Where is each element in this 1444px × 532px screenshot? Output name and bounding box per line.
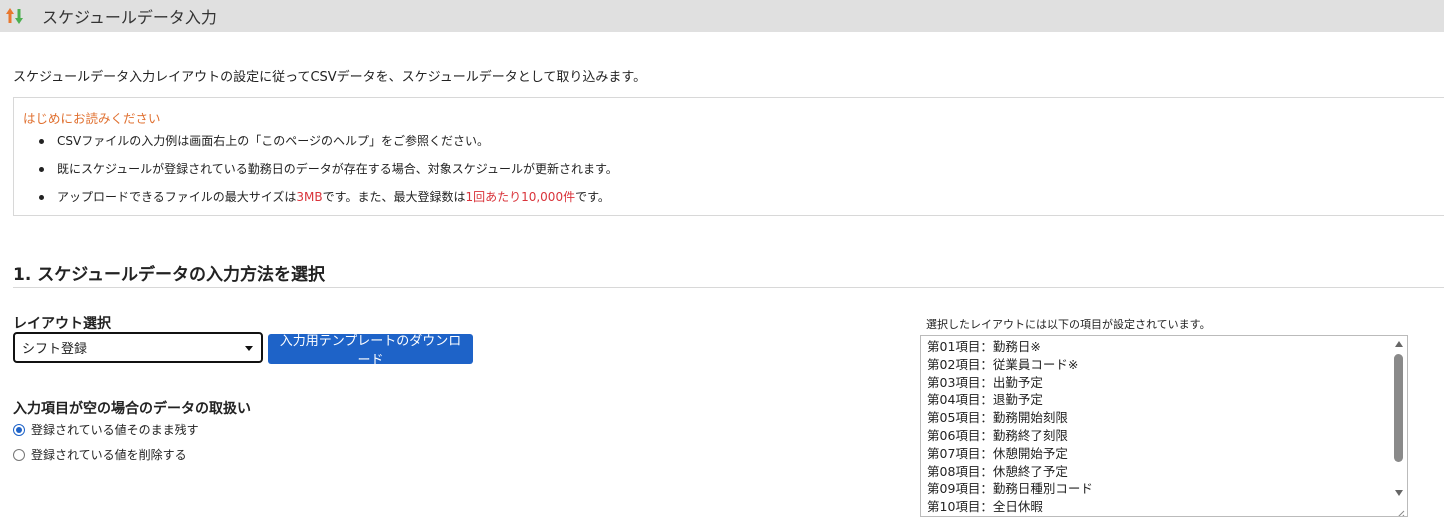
layout-fields-list: 第01項目：勤務日※ 第02項目：従業員コード※ 第03項目：出勤予定 第04項… — [921, 336, 1407, 516]
radio-label: 登録されている値そのまま残す — [31, 423, 199, 437]
notice-text: アップロードできるファイルの最大サイズは — [57, 190, 297, 204]
list-item: 第04項目：退勤予定 — [927, 392, 1043, 408]
radio-checked-icon[interactable] — [13, 423, 25, 436]
list-item: 第09項目：勤務日種別コード — [927, 481, 1093, 497]
empty-handling-label: 入力項目が空の場合のデータの取扱い — [13, 401, 251, 417]
scroll-down-arrow-icon[interactable] — [1395, 490, 1403, 496]
page-title: スケジュールデータ入力 — [42, 8, 217, 27]
layout-select-value: シフト登録 — [22, 342, 88, 357]
scrollbar[interactable] — [1391, 336, 1407, 516]
notice-text: です。また、最大登録数は — [322, 190, 466, 204]
list-item: 第03項目：出勤予定 — [927, 374, 1043, 390]
list-item: 第08項目：休憩終了予定 — [927, 463, 1068, 479]
notice-title: はじめにお読みください — [23, 111, 161, 126]
list-item: 第07項目：休憩開始予定 — [927, 445, 1068, 461]
up-down-arrows-icon — [5, 6, 25, 26]
notice-text: です。 — [575, 190, 610, 204]
max-count-highlight: 1回あたり10,000件 — [465, 190, 576, 204]
list-item: 第01項目：勤務日※ — [927, 339, 1041, 354]
list-item: CSVファイルの入力例は画面右上の「このページのヘルプ」をご参照ください。 — [39, 134, 618, 148]
list-item: 既にスケジュールが登録されている勤務日のデータが存在する場合、対象スケジュールが… — [39, 162, 618, 176]
download-template-button[interactable]: 入力用テンプレートのダウンロード — [268, 334, 473, 368]
resize-grip-icon[interactable] — [1395, 504, 1405, 516]
page-description: スケジュールデータ入力レイアウトの設定に従ってCSVデータを、スケジュールデータ… — [13, 70, 647, 85]
list-item: 第02項目：従業員コード※ — [927, 356, 1079, 372]
list-item: 第10項目：全日休暇 — [927, 499, 1043, 515]
max-size-highlight: 3MB — [296, 190, 323, 204]
notice-list: CSVファイルの入力例は画面右上の「このページのヘルプ」をご参照ください。 既に… — [14, 134, 618, 218]
layout-fields-textarea[interactable]: 第01項目：勤務日※ 第02項目：従業員コード※ 第03項目：出勤予定 第04項… — [920, 335, 1408, 517]
radio-label: 登録されている値を削除する — [31, 448, 187, 462]
layout-select-label: レイアウト選択 — [13, 316, 111, 332]
section-title: 1. スケジュールデータの入力方法を選択 — [13, 265, 326, 285]
section-divider — [13, 287, 1444, 288]
notice-box: はじめにお読みください CSVファイルの入力例は画面右上の「このページのヘルプ」… — [13, 97, 1444, 216]
scrollbar-thumb[interactable] — [1394, 354, 1403, 462]
list-item: 第06項目：勤務終了刻限 — [927, 427, 1068, 443]
radio-unchecked-icon[interactable] — [13, 448, 25, 461]
chevron-down-icon — [245, 346, 253, 351]
list-item: 第05項目：勤務開始刻限 — [927, 410, 1068, 426]
list-item: アップロードできるファイルの最大サイズは3MBです。また、最大登録数は1回あたり… — [39, 190, 618, 204]
layout-select[interactable]: シフト登録 — [13, 332, 263, 363]
radio-keep-values[interactable]: 登録されている値そのまま残す — [13, 421, 199, 438]
radio-delete-values[interactable]: 登録されている値を削除する — [13, 446, 187, 463]
page-header: スケジュールデータ入力 — [0, 0, 1444, 32]
layout-info-label: 選択したレイアウトには以下の項目が設定されています。 — [926, 318, 1211, 331]
scroll-up-arrow-icon[interactable] — [1395, 341, 1403, 347]
